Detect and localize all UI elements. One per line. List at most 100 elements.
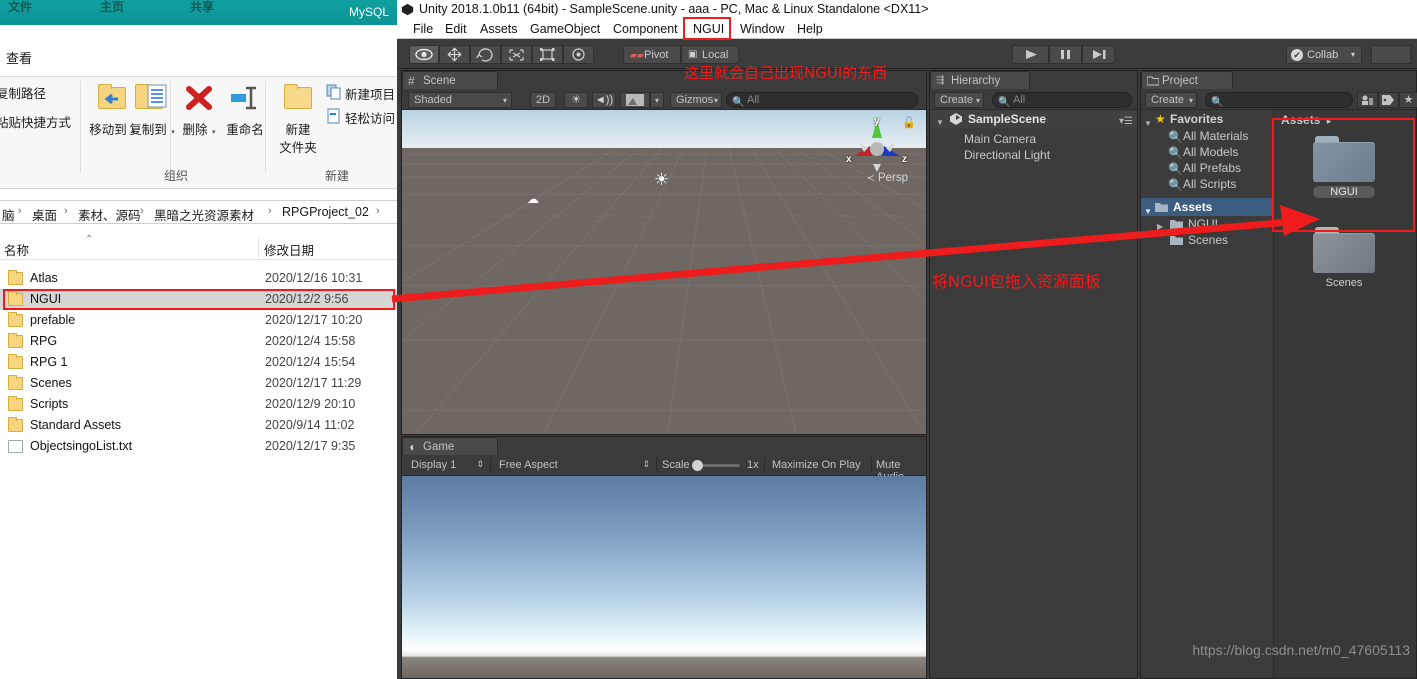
scale-tool-button[interactable] <box>501 45 532 64</box>
file-date: 2020/12/17 10:20 <box>265 313 363 327</box>
transform-tool-button[interactable] <box>563 45 594 64</box>
column-divider[interactable] <box>258 238 259 258</box>
tab-game[interactable]: ◖ Game <box>402 437 498 455</box>
hierarchy-search-input[interactable]: 🔍 All <box>992 92 1132 108</box>
pause-button[interactable] <box>1049 45 1082 64</box>
menu-gameobject[interactable]: GameObject <box>524 21 606 37</box>
move-tool-button[interactable] <box>439 45 470 64</box>
pivot-toggle-button[interactable]: ▰▰ Pivot <box>623 45 681 64</box>
menu-assets[interactable]: Assets <box>474 21 524 37</box>
column-header-name[interactable]: 名称 <box>4 240 29 259</box>
menu-file[interactable]: File <box>407 21 439 37</box>
delete-button[interactable]: 删除 ▾ <box>176 83 222 139</box>
play-button[interactable] <box>1012 45 1049 64</box>
project-tree-all-prefabs[interactable]: 🔍 All Prefabs <box>1141 160 1273 176</box>
hierarchy-item-main-camera[interactable]: Main Camera <box>930 131 1137 147</box>
scene-fx-dropdown[interactable]: ▾ <box>650 92 664 108</box>
chevron-down-icon[interactable]: ▾ <box>1351 46 1355 64</box>
project-tree-assets[interactable]: ▼ Assets <box>1141 198 1273 216</box>
menu-help[interactable]: Help <box>791 21 829 37</box>
copy-to-button[interactable]: 复制到 ▾ <box>129 83 175 139</box>
breadcrumb-item-4[interactable]: RPGProject_02 <box>282 205 369 219</box>
menu-window[interactable]: Window <box>734 21 790 37</box>
watermark: https://blog.csdn.net/m0_47605113 <box>1192 642 1410 658</box>
ribbon-tab-home[interactable]: 主页 <box>100 0 124 15</box>
project-tree-ngui[interactable]: ▶ NGUI <box>1141 216 1273 232</box>
shading-mode-label: Shaded <box>414 94 452 106</box>
step-button[interactable] <box>1082 45 1115 64</box>
new-folder-button[interactable]: 新建 文件夹 <box>272 83 324 157</box>
breadcrumb-item-3[interactable]: 黑暗之光资源素材 <box>154 205 254 224</box>
new-item-label: 新建项目 <box>345 88 396 102</box>
rename-button[interactable]: 重命名 <box>218 83 272 139</box>
breadcrumb-item-0[interactable]: 脑 <box>2 205 15 224</box>
table-row[interactable]: Atlas 2020/12/16 10:31 <box>0 268 397 289</box>
table-row[interactable]: Scripts 2020/12/9 20:10 <box>0 394 397 415</box>
project-breadcrumb[interactable]: Assets ▸ <box>1281 113 1331 127</box>
project-tree-scenes[interactable]: Scenes <box>1141 232 1273 248</box>
main-camera-gizmo-icon[interactable]: ☁ <box>527 192 539 206</box>
hand-tool-button[interactable] <box>409 45 439 64</box>
project-tree-all-models[interactable]: 🔍 All Models <box>1141 144 1273 160</box>
table-row[interactable]: NGUI 2020/12/2 9:56 <box>0 289 397 310</box>
table-row[interactable]: ObjectsingoList.txt 2020/12/17 9:35 <box>0 436 397 457</box>
column-header-date[interactable]: 修改日期 <box>264 240 314 259</box>
favorite-button[interactable]: ★ <box>1399 92 1417 108</box>
menu-component[interactable]: Component <box>607 21 684 37</box>
paste-shortcut-command[interactable]: 粘贴快捷方式 <box>0 112 82 131</box>
copy-path-command[interactable]: 复制路径 <box>0 83 82 102</box>
hierarchy-item-directional-light[interactable]: Directional Light <box>930 147 1137 163</box>
group-organize-label: 组织 <box>164 169 189 183</box>
scene-projection-label[interactable]: ≺ Persp <box>866 172 908 184</box>
project-create-button[interactable]: Create ▾ <box>1145 92 1197 108</box>
table-row[interactable]: RPG 2020/12/4 15:58 <box>0 331 397 352</box>
maximize-on-play-toggle[interactable]: Maximize On Play <box>772 459 861 471</box>
aspect-dropdown[interactable]: Free Aspect ⇕ <box>494 458 654 474</box>
chevron-down-icon[interactable]: ▼ <box>936 114 944 132</box>
gizmos-dropdown[interactable]: Gizmos ▾ <box>670 92 722 108</box>
scene-viewport[interactable]: ☁ ☀ x y z ≺ Persp 🔓 <box>402 110 926 434</box>
rect-tool-button[interactable] <box>532 45 563 64</box>
table-row[interactable]: Standard Assets 2020/9/14 11:02 <box>0 415 397 436</box>
project-tree-favorites[interactable]: ▼ ★ Favorites <box>1141 110 1273 128</box>
scene-audio-button[interactable]: ◄)) <box>592 92 616 108</box>
account-button[interactable] <box>1371 45 1411 64</box>
project-search-input[interactable]: 🔍 <box>1205 92 1353 108</box>
table-row[interactable]: RPG 1 2020/12/4 15:54 <box>0 352 397 373</box>
lock-icon[interactable]: 🔓 <box>902 116 916 129</box>
breadcrumb[interactable]: 脑 › 桌面 › 素材、源码 › 黑暗之光资源素材 › RPGProject_0… <box>0 200 397 224</box>
ribbon-tab-file[interactable]: 文件 <box>8 0 32 15</box>
ribbon-tab-share[interactable]: 共享 <box>190 0 214 15</box>
display-dropdown[interactable]: Display 1 ⇕ <box>406 458 488 474</box>
breadcrumb-item-1[interactable]: 桌面 <box>32 205 57 224</box>
tab-project[interactable]: Project <box>1141 71 1233 89</box>
delete-caret[interactable]: ▾ <box>212 129 216 136</box>
scene-fx-button[interactable] <box>620 92 650 108</box>
scene-search-input[interactable]: 🔍 All <box>726 92 918 108</box>
game-viewport[interactable] <box>402 476 926 678</box>
tab-scene[interactable]: # Scene <box>402 71 498 89</box>
rotate-tool-button[interactable] <box>470 45 501 64</box>
collab-button[interactable]: ✔ Collab ▾ <box>1286 45 1362 64</box>
toggle-2d-button[interactable]: 2D <box>530 92 556 108</box>
scale-slider[interactable] <box>692 460 740 471</box>
hierarchy-create-button[interactable]: Create ▾ <box>934 92 984 108</box>
hierarchy-item-samplescene[interactable]: ▼ SampleScene ▾☰ <box>930 110 1137 128</box>
shading-mode-dropdown[interactable]: Shaded ▾ <box>408 92 512 108</box>
menu-edit[interactable]: Edit <box>439 21 473 37</box>
breadcrumb-item-2[interactable]: 素材、源码 <box>78 205 141 224</box>
filter-by-type-button[interactable] <box>1357 92 1378 108</box>
directional-light-gizmo-icon[interactable]: ☀ <box>654 170 669 190</box>
filter-by-label-button[interactable] <box>1378 92 1399 108</box>
scene-lighting-button[interactable]: ☀ <box>564 92 588 108</box>
scene-context-icon[interactable]: ▾☰ <box>1119 113 1133 131</box>
toolbar-divider <box>764 457 765 474</box>
menu-view[interactable]: 查看 <box>6 48 32 67</box>
table-row[interactable]: Scenes 2020/12/17 11:29 <box>0 373 397 394</box>
copy-to-caret[interactable]: ▾ <box>171 129 175 136</box>
project-tree-all-scripts[interactable]: 🔍 All Scripts <box>1141 176 1273 192</box>
table-row[interactable]: prefable 2020/12/17 10:20 <box>0 310 397 331</box>
tab-hierarchy[interactable]: ⇶ Hierarchy <box>930 71 1030 89</box>
scale-slider-handle[interactable] <box>692 460 703 471</box>
project-tree-all-materials[interactable]: 🔍 All Materials <box>1141 128 1273 144</box>
